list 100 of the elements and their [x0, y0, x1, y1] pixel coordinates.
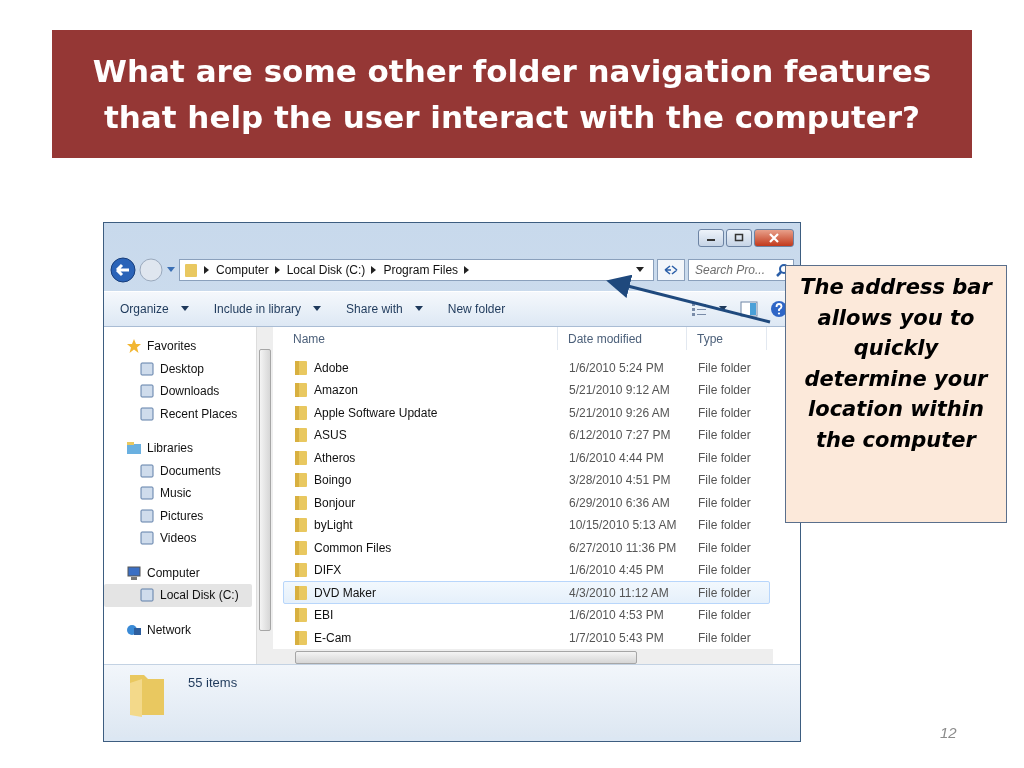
history-caret-icon[interactable]	[166, 266, 176, 274]
type-cell-text: File folder	[697, 450, 752, 465]
nav-pane-item[interactable]: Favorites	[104, 335, 252, 358]
toolbar-button[interactable]: Include in library	[213, 300, 302, 318]
toolbar-button[interactable]: New folder	[447, 300, 506, 318]
type-cell-text: File folder	[697, 428, 752, 443]
file-row[interactable]: Atheros 1/6/2010 4:44 PM File folder	[283, 446, 770, 469]
location-icon	[139, 530, 155, 547]
location-icon	[139, 383, 155, 400]
location-icon	[139, 507, 155, 524]
date-cell-text: 1/6/2010 4:44 PM	[568, 450, 665, 465]
chevron-icon	[204, 266, 210, 274]
type-cell-text: File folder	[697, 563, 752, 578]
chevron-icon	[464, 266, 471, 274]
folder-icon	[294, 539, 308, 556]
location-icon	[139, 587, 155, 604]
breadcrumb[interactable]: Program Files	[383, 263, 459, 277]
breadcrumb[interactable]: Local Disk (C:)	[286, 263, 366, 277]
maximize-button[interactable]	[726, 229, 752, 247]
file-row[interactable]: Bonjour 6/29/2010 6:36 AM File folder	[283, 491, 770, 514]
column-header[interactable]: Date modified	[558, 327, 687, 351]
type-cell-text: File folder	[697, 383, 752, 398]
date-cell-text: 5/21/2010 9:12 AM	[568, 383, 671, 398]
file-name: Adobe	[314, 360, 349, 375]
nav-pane-item[interactable]: Desktop	[104, 357, 252, 380]
location-icon	[139, 360, 155, 377]
file-row[interactable]: Apple Software Update 5/21/2010 9:26 AM File folder	[283, 401, 770, 424]
folder-icon	[294, 449, 308, 466]
file-row[interactable]: Boingo 3/28/2010 4:51 PM File folder	[283, 468, 770, 492]
horizontal-scrollbar[interactable]	[273, 648, 773, 664]
folder-icon	[294, 427, 308, 444]
close-button[interactable]	[754, 229, 794, 247]
back-button[interactable]	[110, 257, 136, 283]
file-row[interactable]: EBI 1/6/2010 4:53 PM File folder	[283, 603, 770, 627]
nav-pane-item[interactable]: Computer	[104, 561, 252, 584]
type-cell-text: File folder	[697, 608, 752, 623]
file-row[interactable]: Adobe 1/6/2010 5:24 PM File folder	[283, 356, 770, 379]
caret-icon[interactable]	[313, 306, 323, 312]
nav-pane-item[interactable]: Downloads	[104, 380, 252, 403]
type-cell-text: File folder	[697, 495, 752, 510]
column-header[interactable]: Name	[283, 327, 558, 351]
nav-pane-item[interactable]: Network	[104, 618, 252, 641]
view-list-icon[interactable]	[691, 302, 707, 316]
file-name: E-Cam	[314, 630, 352, 645]
nav-scrollbar[interactable]	[256, 327, 273, 664]
file-name: DIFX	[314, 563, 342, 578]
file-name: Amazon	[314, 383, 359, 398]
file-name: ASUS	[314, 428, 347, 443]
nav-pane-item[interactable]: Music	[104, 482, 252, 505]
type-cell-text: File folder	[697, 473, 752, 488]
star-icon	[126, 338, 142, 355]
item-count: 55 items	[188, 674, 238, 690]
callout-note: The address bar allows you to quickly determine your location within the computer	[785, 265, 1007, 523]
type-cell-text: File folder	[697, 405, 752, 420]
slide-title: What are some other folder navigation features that help the user interact with the computer?	[52, 30, 972, 158]
type-cell-text: File folder	[697, 360, 752, 375]
file-row[interactable]: E-Cam 1/7/2010 5:43 PM File folder	[283, 626, 770, 649]
file-name: Common Files	[314, 540, 392, 555]
date-cell-text: 3/28/2010 4:51 PM	[568, 473, 672, 488]
folder-icon	[294, 517, 308, 534]
folder-icon	[294, 494, 308, 511]
file-row[interactable]: Common Files 6/27/2010 11:36 PM File folder	[283, 536, 770, 559]
file-row[interactable]: DIFX 1/6/2010 4:45 PM File folder	[283, 558, 770, 582]
nav-pane-item[interactable]: Videos	[104, 527, 252, 550]
caret-icon[interactable]	[180, 306, 190, 312]
date-cell-text: 5/21/2010 9:26 AM	[568, 405, 671, 420]
dropdown-caret-icon[interactable]	[719, 306, 728, 312]
file-row[interactable]: byLight 10/15/2010 5:13 AM File folder	[283, 513, 770, 537]
nav-pane-item[interactable]: Pictures	[104, 504, 252, 527]
breadcrumb[interactable]: Computer	[216, 263, 269, 277]
date-cell-text: 6/27/2010 11:36 PM	[568, 540, 678, 555]
type-cell-text: File folder	[697, 540, 752, 555]
folder-icon	[294, 562, 308, 579]
toolbar-button[interactable]: Share with	[346, 300, 403, 318]
date-cell-text: 1/7/2010 5:43 PM	[568, 630, 665, 645]
nav-pane-item[interactable]: Local Disk (C:)	[104, 584, 252, 607]
caret-icon[interactable]	[414, 306, 424, 312]
dropdown-caret-icon[interactable]	[636, 267, 645, 273]
column-header[interactable]: Type	[687, 327, 767, 351]
date-cell-text: 1/6/2010 4:45 PM	[568, 563, 665, 578]
folder-icon	[294, 472, 308, 489]
minimize-button[interactable]	[698, 229, 724, 247]
nav-pane-item[interactable]: Recent Places	[104, 402, 252, 425]
date-cell-text: 6/12/2010 7:27 PM	[568, 428, 672, 443]
refresh-icon	[663, 264, 679, 276]
folder-icon	[294, 607, 308, 624]
date-cell-text: 4/3/2010 11:12 AM	[568, 585, 670, 600]
file-row[interactable]: Amazon 5/21/2010 9:12 AM File folder	[283, 378, 770, 402]
nav-pane-item[interactable]: Documents	[104, 459, 252, 482]
search-field[interactable]: Search Pro...	[688, 259, 794, 281]
location-icon	[139, 462, 155, 479]
refresh-button[interactable]	[657, 259, 685, 281]
file-row[interactable]: DVD Maker 4/3/2010 11:12 AM File folder	[283, 581, 770, 604]
chevron-icon	[274, 266, 281, 274]
nav-pane-item[interactable]: Libraries	[104, 437, 252, 460]
maximize-icon	[733, 233, 745, 243]
address-bar[interactable]: Computer Local Disk (C:) Program Files	[179, 259, 654, 281]
toolbar-button[interactable]: Organize	[120, 300, 169, 318]
preview-pane-icon[interactable]	[740, 301, 758, 317]
file-row[interactable]: ASUS 6/12/2010 7:27 PM File folder	[283, 423, 770, 447]
